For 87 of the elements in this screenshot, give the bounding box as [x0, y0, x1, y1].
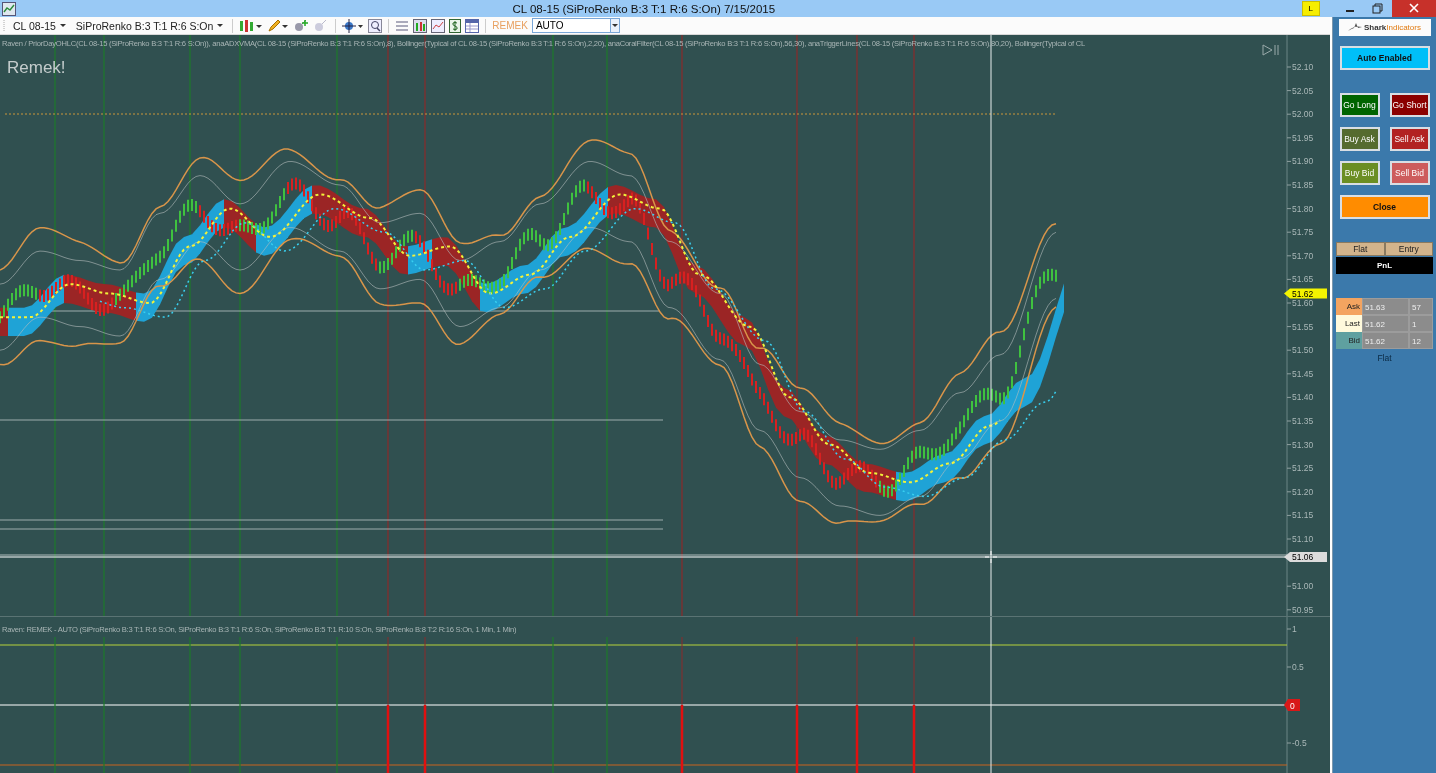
signal-line: [387, 636, 389, 706]
quote-label: Ask: [1336, 298, 1362, 315]
signal-line: [796, 636, 798, 706]
axis-label: 51.80: [1292, 203, 1314, 214]
dollar-icon[interactable]: [449, 18, 462, 33]
axis-label: 52.00: [1292, 109, 1314, 120]
signal-bar: [386, 705, 390, 773]
axis-label: 52.10: [1292, 62, 1314, 72]
column-header: Flat: [1336, 242, 1385, 256]
close-button[interactable]: Close: [1339, 195, 1430, 219]
axis-label: 51.60: [1292, 298, 1314, 308]
caret-icon: [611, 24, 618, 27]
signal-bar: [912, 705, 916, 773]
window-title: CL 08-15 (SiProRenko B:3 T:1 R:6 S:On) 7/15/2015: [511, 2, 777, 15]
line-chart-icon[interactable]: [431, 18, 446, 33]
signal-line: [913, 636, 915, 706]
signal-bar: [855, 705, 859, 773]
axis-label: 51.55: [1292, 321, 1314, 332]
axis-label: 51.25: [1292, 463, 1314, 474]
axis-label: 51.95: [1292, 132, 1314, 143]
quote-size: 1: [1409, 315, 1433, 332]
axis-label: 51.50: [1292, 345, 1314, 356]
signal-line: [424, 636, 426, 706]
position-status: Flat: [1377, 353, 1392, 363]
crosshair-icon[interactable]: [342, 18, 365, 33]
scroll-end-icon[interactable]: [1263, 45, 1278, 55]
axis-label: 51.65: [1292, 274, 1314, 285]
chart-bars-icon[interactable]: [413, 18, 428, 33]
axis-label: 51.45: [1292, 368, 1314, 379]
pencil-icon[interactable]: [267, 18, 290, 33]
value-marker: 0: [1284, 699, 1300, 711]
axis-label: 1: [1292, 624, 1297, 634]
caret-icon: [59, 24, 66, 27]
account-badge: L: [1301, 1, 1320, 16]
trade-button[interactable]: Buy Bid: [1339, 161, 1380, 185]
mode-select[interactable]: AUTO: [531, 18, 620, 33]
signal-bar: [795, 705, 799, 773]
instrument-dropdown[interactable]: CL 08-15: [10, 19, 69, 32]
price-marker: 51.06: [1284, 552, 1327, 562]
quote-price: 51.62: [1362, 315, 1409, 332]
quote-size: 57: [1409, 298, 1433, 315]
trade-button[interactable]: Sell Bid: [1389, 161, 1430, 185]
axis-label: 51.90: [1292, 156, 1314, 167]
axis-label: 51.75: [1292, 227, 1314, 238]
axis-label: 51.20: [1292, 486, 1314, 497]
axis-label: 51.85: [1292, 180, 1314, 190]
axis-label: 51.35: [1292, 416, 1314, 426]
strategy-label: REMEK: [492, 20, 528, 31]
pnl-field: PnL: [1336, 257, 1433, 274]
axis-label: 51.70: [1292, 250, 1314, 261]
grip-icon: [2, 18, 6, 33]
axis-label: 51.40: [1292, 392, 1314, 403]
close-icon[interactable]: [1392, 0, 1436, 17]
axis-label: -0.5: [1292, 738, 1307, 748]
signal-bar: [423, 705, 427, 773]
quote-size: 12: [1409, 332, 1433, 349]
trade-button[interactable]: Go Short: [1389, 93, 1430, 117]
pin-add-icon[interactable]: [293, 18, 310, 33]
quote-price: 51.63: [1362, 298, 1409, 315]
trade-button[interactable]: Buy Ask: [1339, 127, 1380, 151]
quote-price: 51.62: [1362, 332, 1409, 349]
column-header: Entry: [1384, 242, 1433, 256]
bars-icon[interactable]: [239, 18, 264, 33]
trade-button[interactable]: Go Long: [1339, 93, 1380, 117]
axis-label: 0.5: [1292, 662, 1304, 672]
axis-label: 52.05: [1292, 85, 1314, 96]
cursor-crosshair-icon: [985, 551, 997, 563]
table-icon[interactable]: [465, 18, 480, 33]
zoom-icon[interactable]: [368, 18, 383, 33]
axis-label: 51.10: [1292, 534, 1314, 544]
price-marker: 51.62: [1284, 288, 1327, 299]
quote-label: Last: [1336, 315, 1362, 332]
logo-text: SharkIndicators: [1364, 23, 1421, 32]
signal-line: [681, 636, 683, 706]
trade-button[interactable]: Sell Ask: [1389, 127, 1430, 151]
caret-icon: [217, 24, 224, 27]
signal-line: [856, 636, 858, 706]
chart-icon: [2, 1, 16, 16]
axis-label: 50.95: [1292, 604, 1314, 615]
signal-bar: [680, 705, 684, 773]
axis-label: 51.15: [1292, 510, 1314, 521]
bar-type-dropdown[interactable]: SiProRenko B:3 T:1 R:6 S:On: [72, 19, 227, 32]
auto-button[interactable]: Auto Enabled: [1339, 46, 1430, 70]
quote-label: Bid: [1336, 332, 1362, 349]
axis-label: 51.30: [1292, 439, 1314, 450]
chart-label: Remek!: [7, 58, 66, 77]
axis-label: 51.00: [1292, 581, 1314, 592]
